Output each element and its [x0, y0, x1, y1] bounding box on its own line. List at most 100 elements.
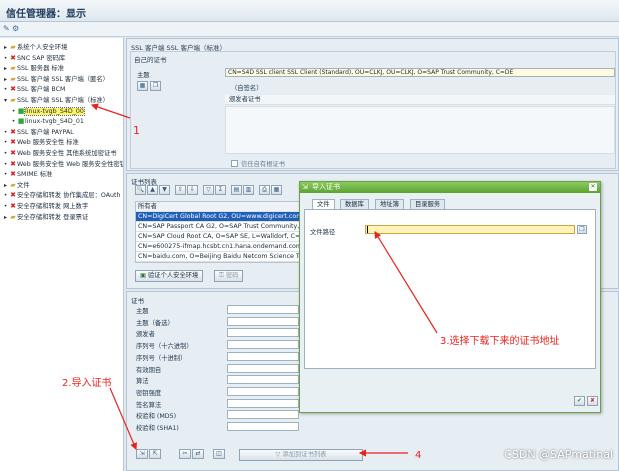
tree-item[interactable]: ▾ ▰SSL 客户端 SSL 客户端（标准）: [2, 95, 109, 105]
filter-icon[interactable]: ▽: [203, 185, 214, 195]
table-row[interactable]: CN=SAP Passport CA G2, O=SAP Trust Commu…: [136, 222, 300, 232]
tree-item[interactable]: ▸ ▰文件: [2, 180, 30, 190]
expand-marker[interactable]: ▸: [2, 64, 9, 74]
add-to-cert-list-button[interactable]: ▽ 添加到证书列表: [239, 449, 363, 461]
tree-item[interactable]: • ✖Web 服务安全性 标准: [2, 137, 79, 147]
trust-root-checkbox[interactable]: [231, 160, 238, 167]
tree-item[interactable]: • ✖Web 服务安全性 其他系统加密证书: [2, 148, 117, 158]
subject-field[interactable]: CN=S4D SSL client SSL Client (Standard),…: [225, 68, 615, 77]
x-icon: ✖: [10, 170, 16, 179]
expand-marker[interactable]: •: [2, 202, 9, 212]
cancel-icon[interactable]: ✘: [587, 396, 598, 406]
close-icon[interactable]: ✕: [589, 183, 597, 191]
own-cert-box: 自己的证书 主题 CN=S4D SSL client SSL Client (S…: [130, 51, 616, 169]
tree-item[interactable]: • ✖SNC SAP 密码库: [2, 53, 66, 64]
tree-item[interactable]: ▸ ▰安全存储和转发 登录票证: [2, 212, 88, 222]
tree-item[interactable]: • ✖SSL 客户端 PAYPAL: [2, 127, 74, 137]
x-icon: ✖: [10, 191, 16, 200]
expand-marker[interactable]: •: [2, 160, 9, 170]
tab-database[interactable]: 数据库: [340, 199, 369, 209]
tree-item[interactable]: • ✖Web 服务安全性 Web 服务安全性密钥: [2, 159, 124, 170]
trust-root-label: 信任自有根证书: [241, 161, 286, 168]
down-icon[interactable]: ▼: [159, 185, 170, 195]
import-icon: ⇲: [302, 183, 308, 191]
settings-icon[interactable]: ⚙: [12, 24, 19, 33]
expand-marker[interactable]: •: [2, 191, 9, 201]
tree-item[interactable]: ▸ ▰SSL 客户端 SSL 客户端（匿名）: [2, 74, 109, 84]
detail-field: [227, 410, 299, 420]
verify-pse-button[interactable]: ▣ 验证个人安全环境: [135, 270, 204, 282]
tree-item-label: 安全存储和转发 登录票证: [17, 213, 89, 221]
export-icon[interactable]: ▤: [231, 185, 242, 195]
grid-icon[interactable]: ▦: [271, 185, 282, 195]
detail-label: 校验和 (SHA1): [136, 425, 179, 432]
expand-marker[interactable]: •: [2, 170, 9, 180]
expand-marker[interactable]: •: [10, 117, 17, 127]
x-icon: ✖: [10, 85, 16, 94]
expand-marker[interactable]: •: [2, 128, 9, 138]
view-cert-icon[interactable]: ◫: [213, 449, 225, 459]
verify-icon: ▣: [140, 272, 146, 279]
detail-field: [227, 305, 299, 314]
tree-item[interactable]: • ■linux-tvgb_S4D_01: [10, 116, 84, 126]
tree-item[interactable]: • ✖安全存储和转发 协作集成层：OAuth: [2, 190, 121, 201]
confirm-icon[interactable]: ✔: [574, 396, 585, 406]
expand-marker[interactable]: ▸: [2, 75, 9, 85]
tree-item[interactable]: ▸ ▰SSL 服务器 标准: [2, 63, 64, 73]
tree-item[interactable]: • ✖SMIME 标准: [2, 169, 53, 180]
cert-table: 所有者 CN=DigiCert Global Root G2, OU=www.d…: [135, 201, 301, 263]
tab-address-book[interactable]: 地址簿: [375, 199, 404, 209]
tree-item[interactable]: • ✖SSL 客户端 BCM: [2, 84, 66, 95]
detail-label: 校验和 (MD5): [136, 413, 177, 421]
folder-icon: ▰: [10, 212, 16, 221]
expand-marker[interactable]: ▸: [2, 181, 9, 191]
table-row[interactable]: CN=DigiCert Global Root G2, OU=www.digic…: [136, 212, 300, 222]
subject-label: 主题: [137, 72, 150, 79]
tree-item-label: Web 服务安全性 Web 服务安全性密钥: [17, 160, 124, 168]
detail-label: 主题: [136, 308, 149, 315]
sort-desc-icon[interactable]: ⇩: [187, 185, 198, 195]
delete-cert-icon[interactable]: ✂: [179, 449, 191, 459]
expand-marker[interactable]: •: [10, 107, 17, 117]
detail-field: [227, 351, 299, 361]
layout-icon[interactable]: ▥: [243, 185, 254, 195]
expand-marker[interactable]: ▾: [2, 96, 9, 106]
file-path-input[interactable]: [365, 225, 575, 234]
tab-file[interactable]: 文件: [312, 199, 335, 209]
details-icon[interactable]: ▦: [137, 81, 148, 91]
tree-item-label: 安全存储和转发 网上数字: [17, 203, 89, 210]
print-icon[interactable]: ⎙: [259, 185, 270, 195]
detail-field: [227, 316, 299, 326]
password-button[interactable]: ⚿ 密码: [214, 270, 244, 282]
replace-cert-icon[interactable]: ⇄: [192, 449, 204, 459]
tree-item-label: 文件: [17, 181, 30, 189]
export-cert-icon[interactable]: ⇱: [149, 449, 161, 459]
table-row[interactable]: CN=SAP Cloud Root CA, O=SAP SE, L=Walldo…: [136, 232, 300, 242]
copy-icon[interactable]: ❐: [150, 81, 161, 91]
own-cert-title: 自己的证书: [134, 56, 167, 64]
table-row[interactable]: CN=baidu.com, O=Beijing Baidu Netcom Sci…: [136, 252, 300, 262]
detail-field: [227, 422, 299, 431]
pse-tree: ▸ ▰系统个人安全环境 • ✖SNC SAP 密码库 ▸ ▰SSL 服务器 标准 ▸ ▰SSL…: [0, 38, 124, 471]
expand-marker[interactable]: ▸: [2, 43, 9, 53]
browse-icon[interactable]: ❐: [577, 225, 587, 234]
detail-icon[interactable]: 🔍: [135, 185, 146, 195]
sum-icon[interactable]: Σ: [215, 185, 226, 195]
tree-item-label: SSL 客户端 BCM: [17, 86, 66, 94]
table-row[interactable]: CN=e600275-ifmap.hcsbt.cn1.hana.ondemand…: [136, 242, 300, 252]
expand-marker[interactable]: •: [2, 138, 9, 148]
expand-marker[interactable]: •: [2, 149, 9, 159]
tree-item[interactable]: • ✖安全存储和转发 网上数字: [2, 201, 89, 212]
sort-asc-icon[interactable]: ⇧: [175, 185, 186, 195]
green-square-icon: ■: [17, 117, 25, 126]
import-cert-icon[interactable]: ⇲: [136, 449, 148, 459]
expand-marker[interactable]: ▸: [2, 213, 9, 223]
up-icon[interactable]: ▲: [147, 185, 158, 195]
tab-directory-service[interactable]: 目录服务: [410, 199, 446, 209]
tree-item[interactable]: • ■linux-tvgb_S4D_00: [10, 106, 85, 117]
expand-marker[interactable]: •: [2, 85, 9, 95]
expand-marker[interactable]: •: [2, 54, 9, 64]
tree-item[interactable]: ▸ ▰系统个人安全环境: [2, 42, 67, 52]
edit-icon[interactable]: ✎: [3, 24, 10, 33]
x-icon: ✖: [10, 159, 16, 168]
